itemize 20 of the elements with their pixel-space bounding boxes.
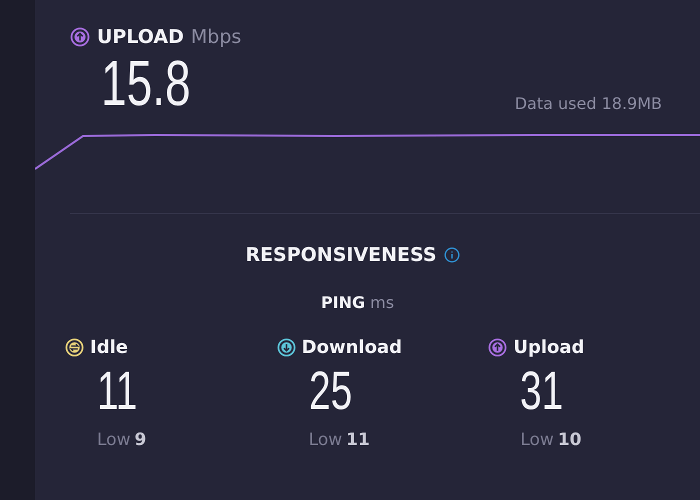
low-value: 11 — [346, 430, 370, 450]
ping-label: PING — [320, 293, 366, 312]
metric-label: Download — [302, 337, 402, 358]
data-used-text: Data used 18.9MB — [514, 94, 662, 113]
ping-value: 31 — [520, 362, 564, 420]
metric-label: Idle — [90, 337, 128, 358]
info-icon[interactable] — [444, 247, 460, 263]
low-label: Low — [308, 430, 342, 450]
unit-label: Mbps — [190, 26, 242, 48]
metric-label: Upload — [513, 337, 584, 358]
upload-label: UPLOAD — [97, 26, 184, 48]
ping-value: 11 — [97, 362, 138, 420]
low-label: Low — [97, 430, 130, 450]
ping-unit: ms — [370, 293, 394, 312]
low-label: Low — [520, 430, 554, 450]
upload-speed-value: 15.8 — [101, 53, 191, 113]
responsiveness-title: RESPONSIVENESS — [245, 244, 437, 266]
ping-value: 25 — [308, 362, 352, 420]
low-value: 9 — [134, 430, 146, 450]
low-value: 10 — [558, 430, 582, 450]
